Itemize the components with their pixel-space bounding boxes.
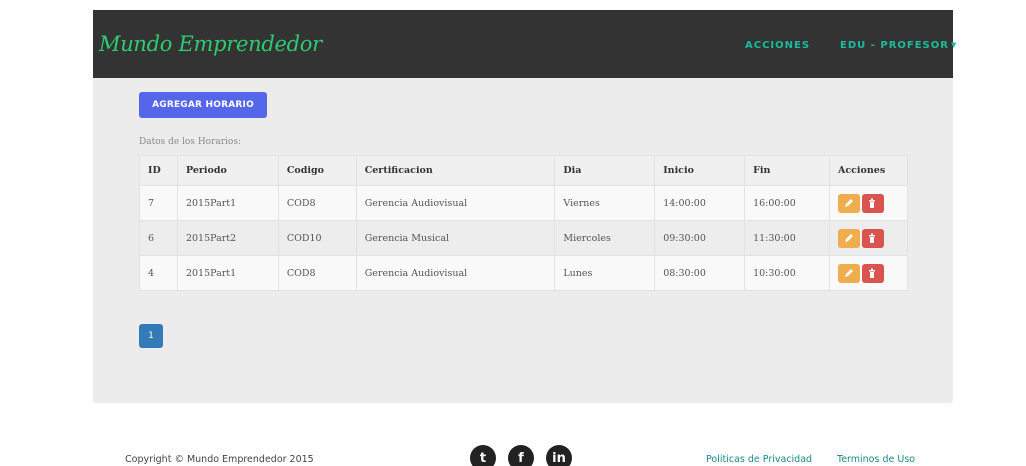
caret-down-icon: ▼ (950, 41, 958, 49)
cell-inicio: 14:00:00 (654, 185, 746, 221)
add-schedule-button[interactable]: AGREGAR HORARIO (139, 92, 267, 118)
edit-button[interactable] (837, 228, 860, 248)
table-caption: Datos de los Horarios: (139, 137, 242, 147)
cell-certificacion: Gerencia Audiovisual (355, 255, 556, 291)
social-links: t f in (470, 445, 572, 466)
table-header-row: ID Periodo Codigo Certificacion Dia Inic… (139, 155, 909, 186)
pencil-icon (844, 198, 853, 207)
copyright-text: Copyright © Mundo Emprendedor 2015 (125, 454, 314, 465)
trash-icon (868, 198, 875, 208)
cell-periodo: 2015Part1 (176, 255, 279, 291)
pencil-icon (844, 233, 853, 242)
nav-profile-dropdown[interactable]: EDU - PROFESOR ▼ (840, 40, 957, 51)
cell-id: 4 (139, 255, 178, 291)
header-acciones: Acciones (828, 155, 909, 186)
header-fin: Fin (744, 155, 830, 186)
cell-inicio: 09:30:00 (654, 220, 746, 256)
navbar: Mundo Emprendedor ACCIONES EDU - PROFESO… (93, 10, 956, 78)
edit-button[interactable] (837, 263, 860, 283)
cell-acciones (828, 185, 909, 221)
table-row: 6 2015Part2 COD10 Gerencia Musical Mierc… (139, 220, 909, 256)
header-codigo: Codigo (277, 155, 357, 186)
table-row: 7 2015Part1 COD8 Gerencia Audiovisual Vi… (139, 185, 909, 221)
pencil-icon (844, 268, 853, 277)
cell-certificacion: Gerencia Audiovisual (355, 185, 556, 221)
terms-of-use-link[interactable]: Terminos de Uso (837, 454, 915, 465)
main-panel: AGREGAR HORARIO Datos de los Horarios: I… (93, 78, 953, 403)
header-inicio: Inicio (654, 155, 746, 186)
cell-acciones (828, 255, 909, 291)
cell-inicio: 08:30:00 (654, 255, 746, 291)
cell-id: 7 (139, 185, 178, 221)
cell-codigo: COD8 (277, 255, 357, 291)
linkedin-icon[interactable]: in (546, 445, 572, 466)
delete-button[interactable] (861, 193, 884, 213)
edit-button[interactable] (837, 193, 860, 213)
cell-codigo: COD8 (277, 185, 357, 221)
cell-id: 6 (139, 220, 178, 256)
pagination-page-1[interactable]: 1 (139, 324, 163, 348)
schedules-table: ID Periodo Codigo Certificacion Dia Inic… (139, 155, 909, 291)
cell-fin: 10:30:00 (744, 255, 830, 291)
cell-dia: Miercoles (554, 220, 656, 256)
cell-acciones (828, 220, 909, 256)
profile-label: EDU - PROFESOR (840, 40, 949, 51)
cell-periodo: 2015Part1 (176, 185, 279, 221)
cell-dia: Viernes (554, 185, 656, 221)
trash-icon (868, 233, 875, 243)
cell-certificacion: Gerencia Musical (355, 220, 556, 256)
cell-fin: 11:30:00 (744, 220, 830, 256)
header-periodo: Periodo (176, 155, 279, 186)
cell-dia: Lunes (554, 255, 656, 291)
brand-logo[interactable]: Mundo Emprendedor (99, 32, 322, 56)
trash-icon (868, 268, 875, 278)
twitter-icon[interactable]: t (470, 445, 496, 466)
delete-button[interactable] (861, 228, 884, 248)
privacy-policy-link[interactable]: Politicas de Privacidad (706, 454, 812, 465)
nav-acciones[interactable]: ACCIONES (745, 40, 810, 51)
cell-periodo: 2015Part2 (176, 220, 279, 256)
facebook-icon[interactable]: f (508, 445, 534, 466)
cell-codigo: COD10 (277, 220, 357, 256)
header-id: ID (139, 155, 178, 186)
header-dia: Dia (554, 155, 656, 186)
cell-fin: 16:00:00 (744, 185, 830, 221)
header-certificacion: Certificacion (355, 155, 556, 186)
delete-button[interactable] (861, 263, 884, 283)
table-row: 4 2015Part1 COD8 Gerencia Audiovisual Lu… (139, 255, 909, 291)
